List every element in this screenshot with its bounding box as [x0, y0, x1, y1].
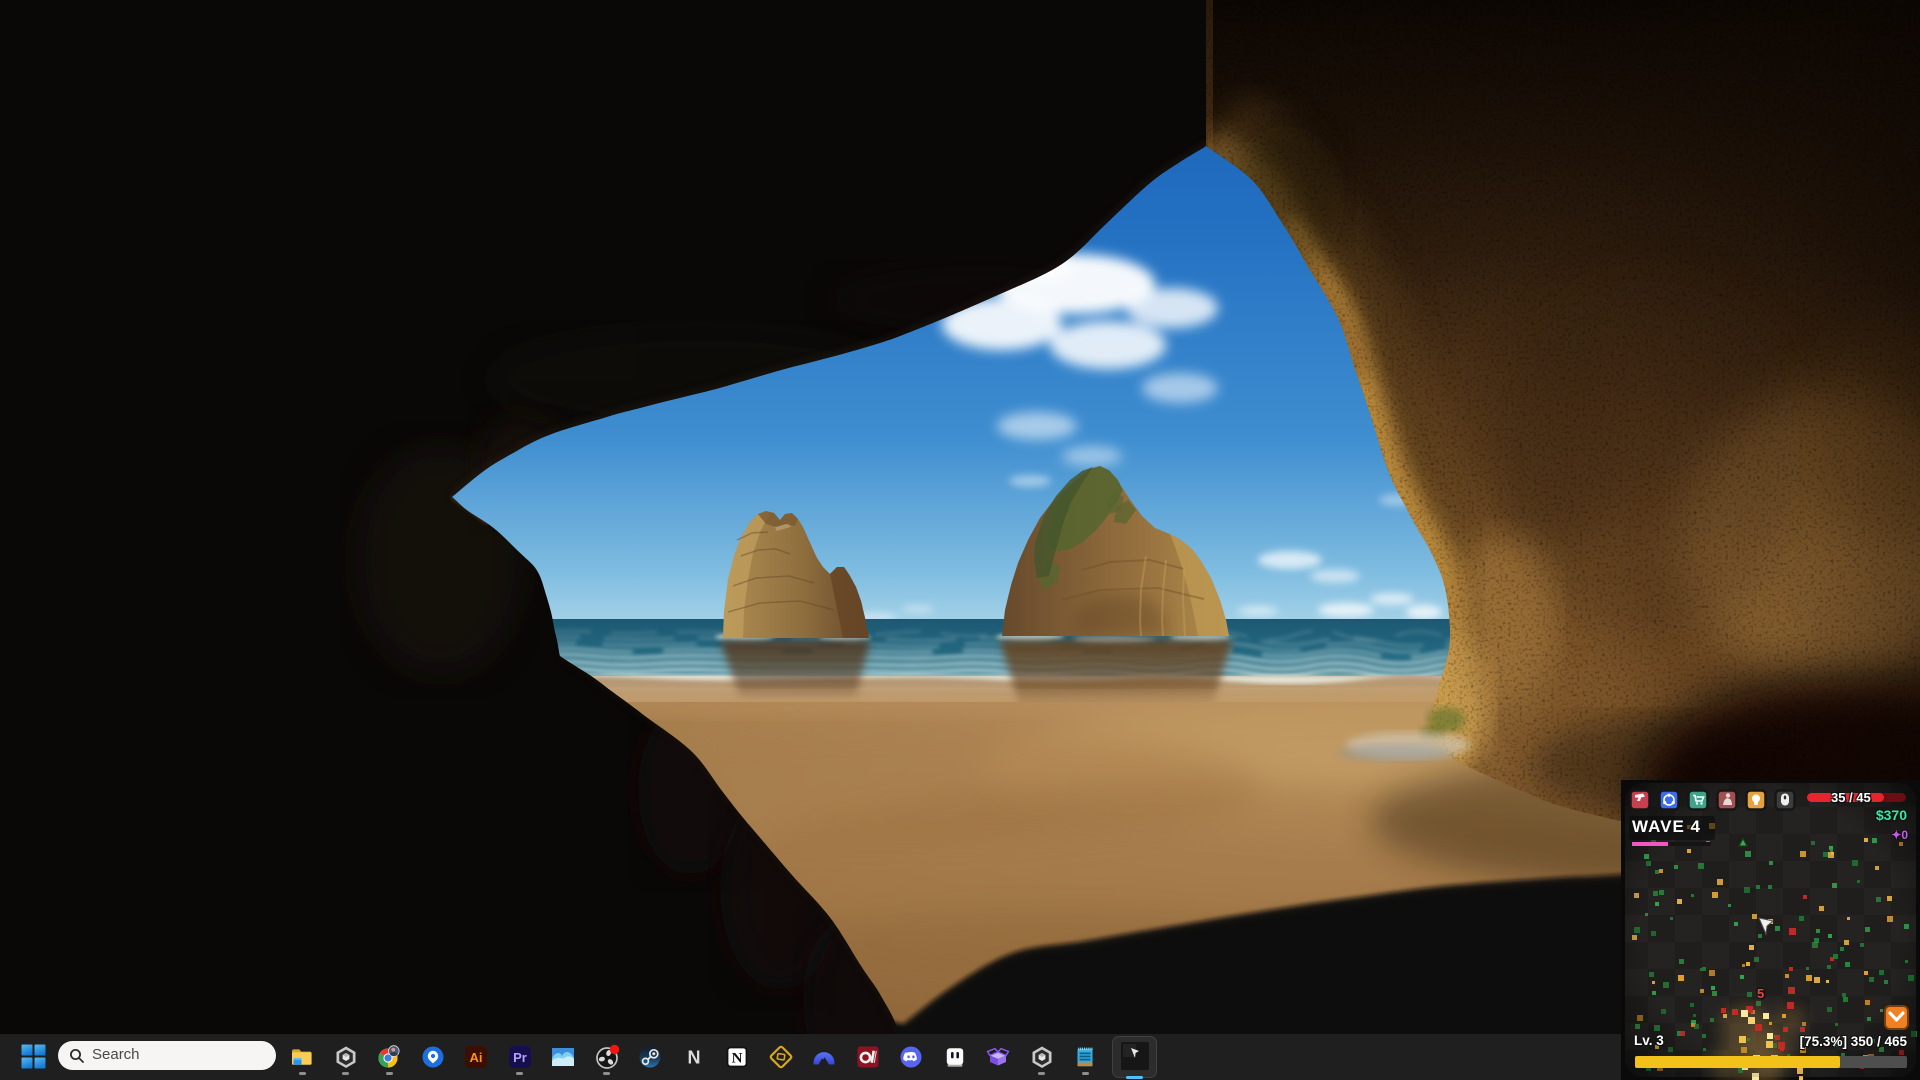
- svg-text:Ai: Ai: [470, 1050, 483, 1065]
- svg-text:Pr: Pr: [513, 1050, 527, 1065]
- svg-text:N: N: [732, 1051, 743, 1067]
- svg-text:N: N: [687, 1048, 700, 1068]
